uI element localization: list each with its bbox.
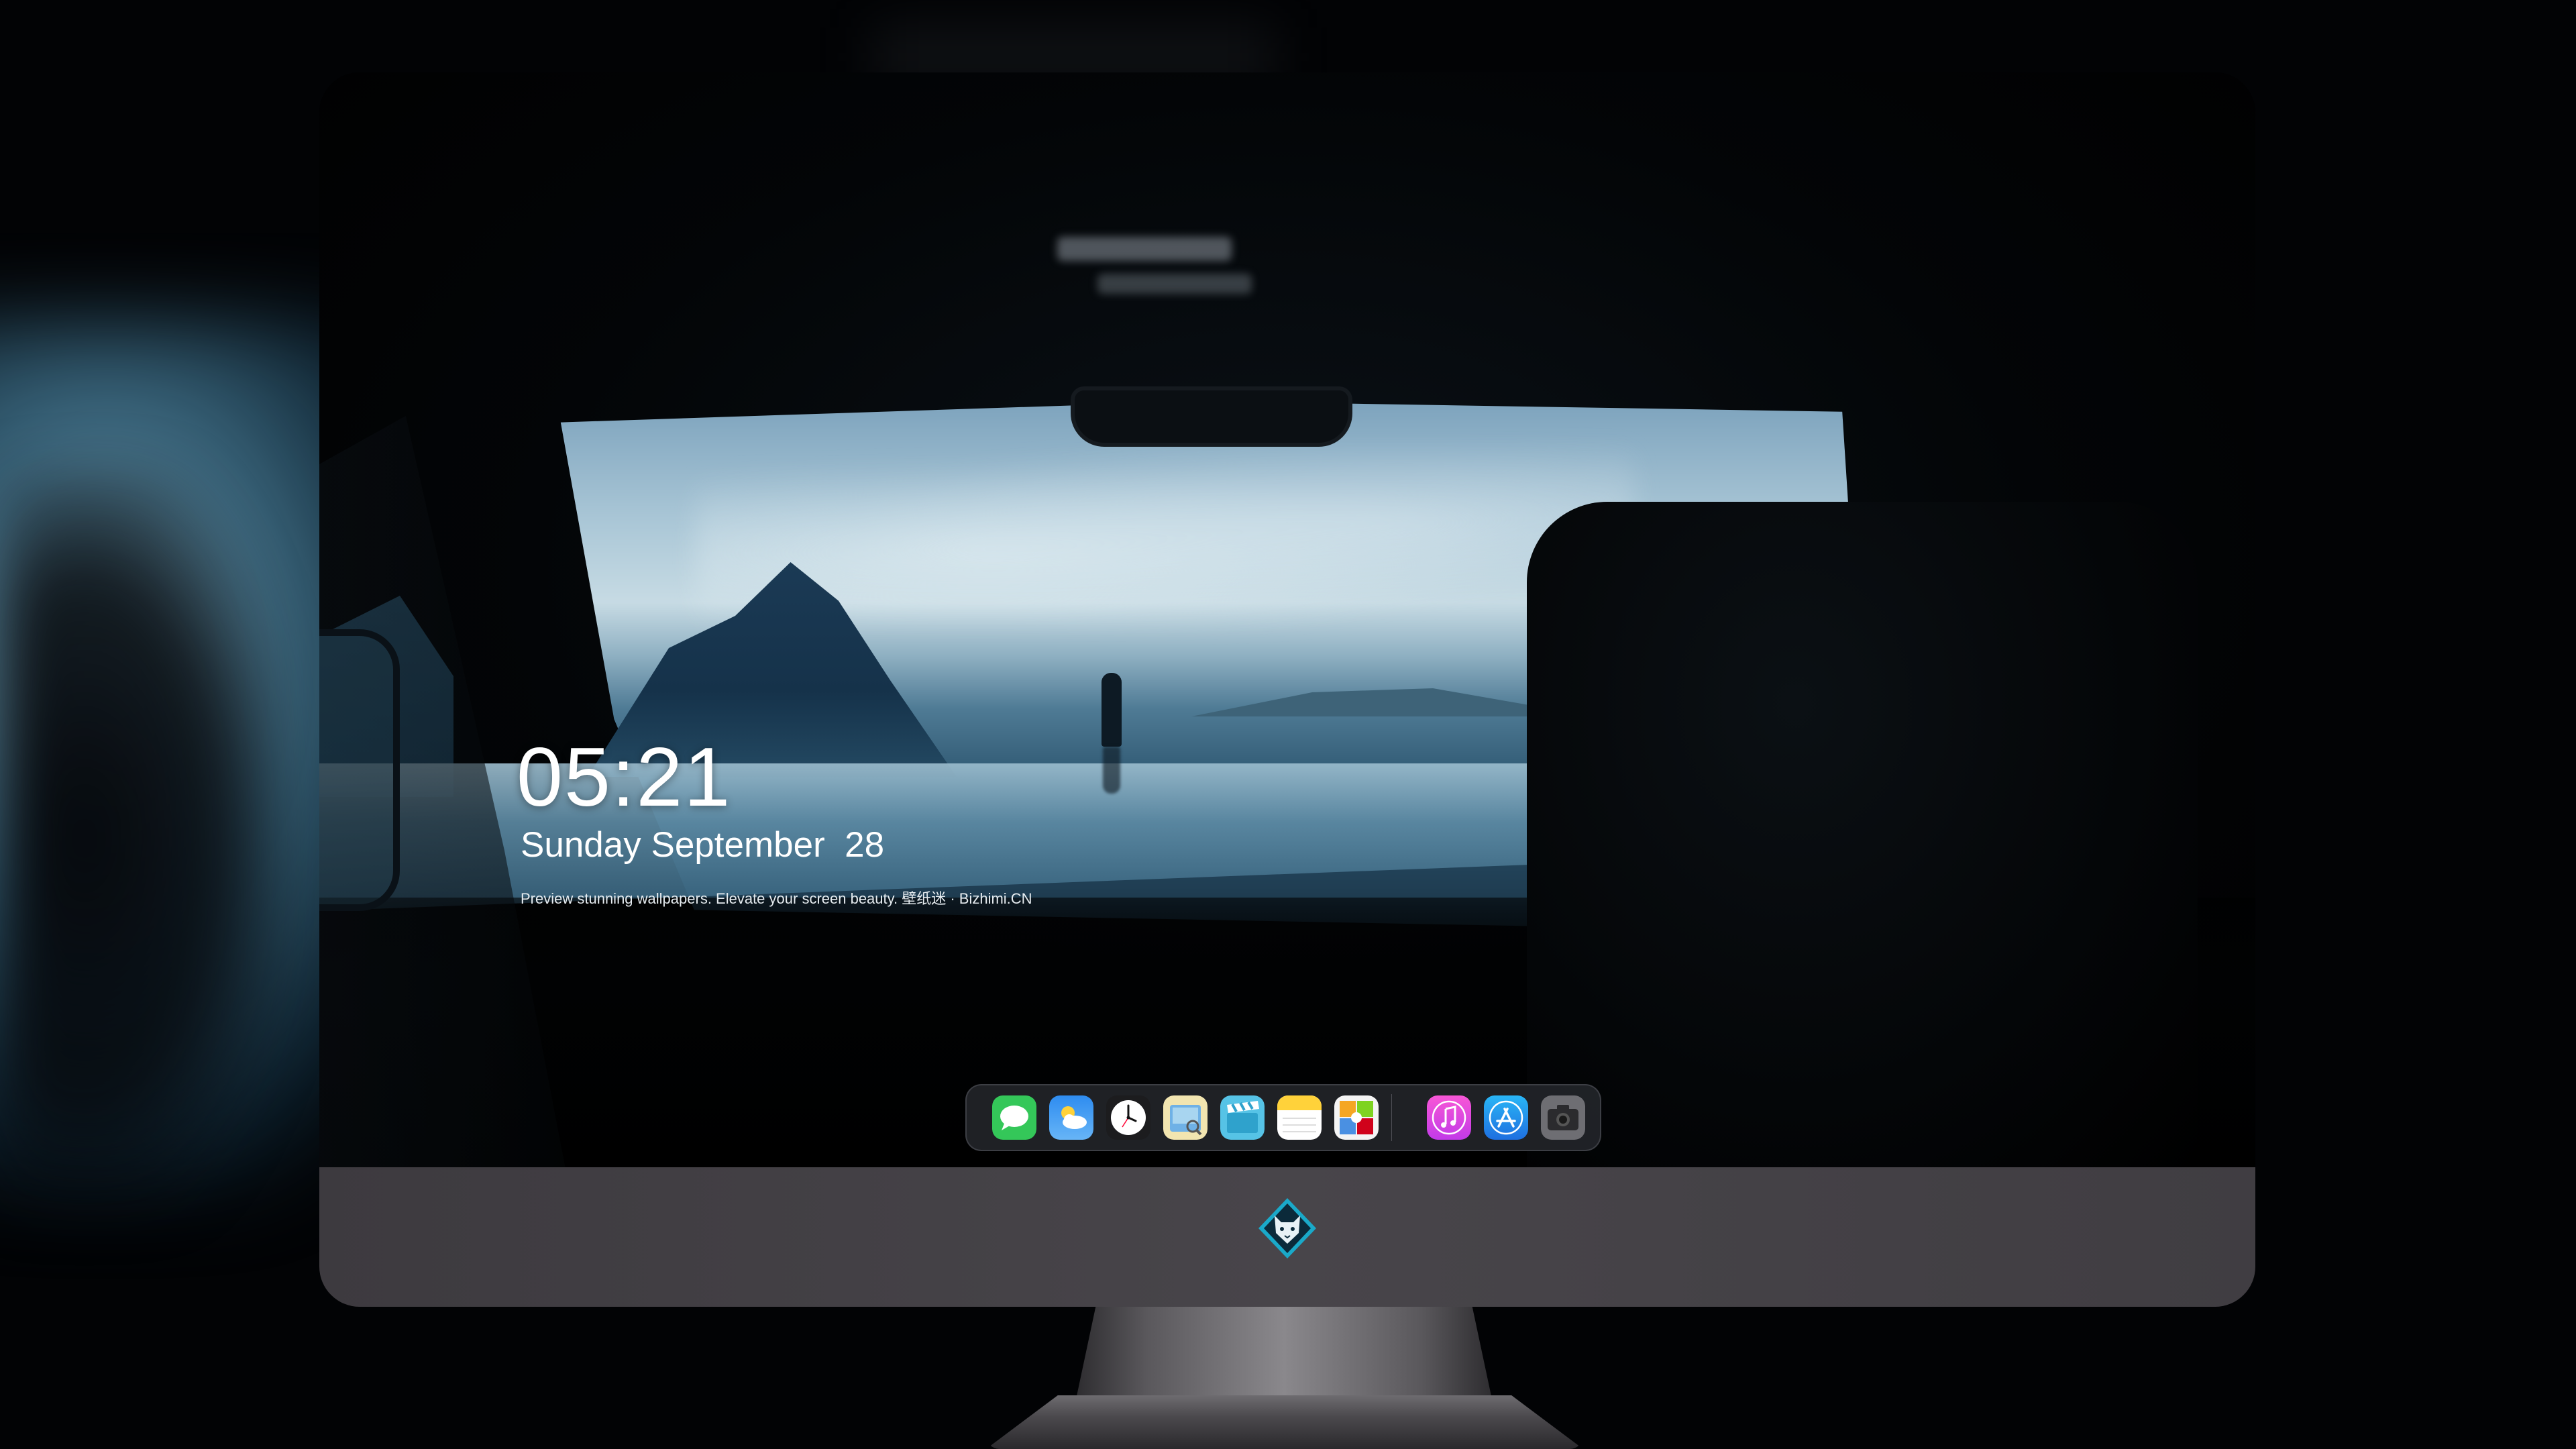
monitor-stand-base [986, 1395, 1583, 1449]
stage: 05:21 Sunday September 28 Preview stunni… [0, 0, 2576, 1449]
dock [965, 1084, 1601, 1151]
photo-booth-icon[interactable] [1334, 1095, 1379, 1140]
wallpaper-clouds [695, 448, 1634, 623]
monitor-chin [319, 1167, 2255, 1307]
wallpaper-person-reflection [1103, 747, 1120, 794]
clock-icon[interactable] [1106, 1095, 1150, 1140]
preview-icon[interactable] [1163, 1095, 1208, 1140]
monitor: 05:21 Sunday September 28 Preview stunni… [319, 72, 2255, 1307]
music-icon[interactable] [1427, 1095, 1471, 1140]
clapper-icon[interactable] [1220, 1095, 1265, 1140]
screen: 05:21 Sunday September 28 Preview stunni… [319, 72, 2255, 1167]
camera-icon[interactable] [1541, 1095, 1585, 1140]
lock-screen-tagline: Preview stunning wallpapers. Elevate you… [521, 890, 1032, 907]
background-shadow-left [0, 470, 282, 1208]
wallpaper-side-mirror [319, 629, 400, 911]
wallpaper-dome-light-2 [1097, 274, 1252, 294]
lock-screen-clock: 05:21 [517, 731, 732, 824]
lock-screen-date: Sunday September 28 [521, 825, 885, 865]
weather-icon[interactable] [1049, 1095, 1093, 1140]
notes-icon[interactable] [1277, 1095, 1322, 1140]
wolf-mascot-logo [1254, 1195, 1320, 1261]
dock-separator [1391, 1094, 1392, 1141]
wallpaper-person [1102, 673, 1122, 747]
wallpaper-headrest [1527, 502, 2198, 1167]
app-store-icon[interactable] [1484, 1095, 1528, 1140]
wallpaper-rearview-mirror [1071, 386, 1352, 447]
wallpaper-dome-light [1057, 237, 1232, 261]
messages-icon[interactable] [992, 1095, 1036, 1140]
